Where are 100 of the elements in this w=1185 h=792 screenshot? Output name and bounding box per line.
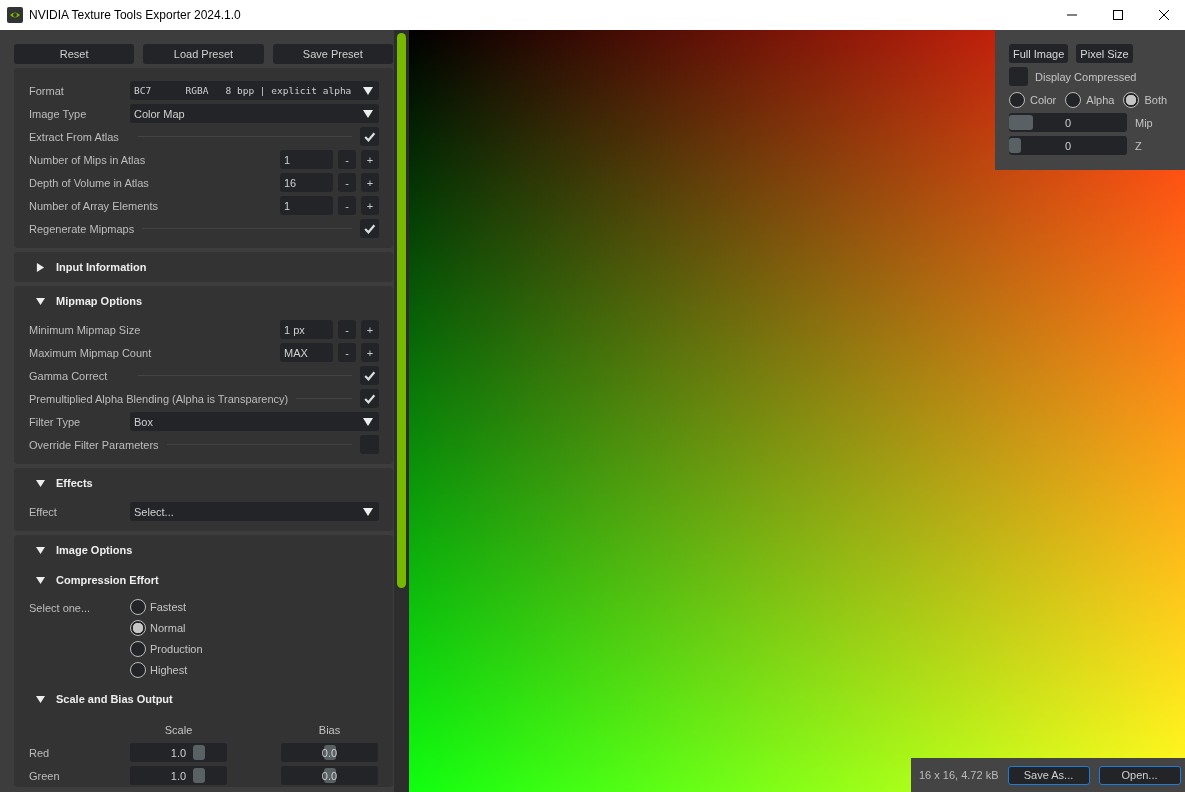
slider-thumb[interactable] bbox=[323, 768, 336, 783]
subsection-header[interactable]: Compression Effort bbox=[14, 565, 393, 595]
maximize-icon[interactable] bbox=[1113, 10, 1123, 20]
field-label: Maximum Mipmap Count bbox=[29, 346, 152, 359]
toolbar-button[interactable]: Reset bbox=[14, 44, 135, 64]
window-title: NVIDIA Texture Tools Exporter 2024.1.0 bbox=[29, 8, 241, 22]
image-info: 16 x 16, 4.72 kB bbox=[919, 769, 999, 781]
field-label: Override Filter Parameters bbox=[29, 438, 159, 451]
number-field[interactable]: 1 bbox=[280, 196, 333, 215]
decrement-button[interactable]: - bbox=[338, 173, 356, 192]
number-field[interactable]: MAX bbox=[280, 343, 333, 362]
number-field[interactable]: 1 bbox=[280, 150, 333, 169]
checkbox[interactable] bbox=[360, 219, 379, 238]
expand-triangle-icon bbox=[36, 545, 45, 555]
field-label: Number of Mips in Atlas bbox=[29, 153, 146, 166]
radio-button[interactable] bbox=[130, 641, 146, 657]
dropdown[interactable]: BC7 RGBA 8 bpp | explicit alpha bbox=[130, 81, 379, 100]
channel-label: Green bbox=[29, 769, 61, 782]
radio-button[interactable] bbox=[1065, 91, 1082, 108]
decrement-button[interactable]: - bbox=[338, 196, 356, 215]
field-label: Image Type bbox=[29, 107, 88, 120]
checkmark-icon bbox=[363, 130, 376, 143]
section-header[interactable]: Effects bbox=[14, 468, 393, 498]
dropdown-arrow-icon bbox=[363, 416, 373, 427]
slider-thumb[interactable] bbox=[1009, 138, 1021, 153]
field-label: Gamma Correct bbox=[29, 369, 109, 382]
number-field[interactable]: 16 bbox=[280, 173, 333, 192]
toolbar-button[interactable]: Load Preset bbox=[143, 44, 264, 64]
increment-button[interactable]: + bbox=[361, 343, 379, 362]
radio-label: Alpha bbox=[1086, 93, 1115, 106]
section-header[interactable]: Mipmap Options bbox=[14, 286, 393, 316]
radio-label: Production bbox=[150, 643, 203, 655]
field-label: Number of Array Elements bbox=[29, 199, 158, 212]
field-label: Extract From Atlas bbox=[29, 130, 120, 143]
slider-thumb[interactable] bbox=[323, 745, 336, 760]
slider[interactable]: 0.0 bbox=[281, 766, 378, 785]
expand-triangle-icon bbox=[36, 478, 45, 488]
dropdown-arrow-icon bbox=[363, 108, 373, 119]
dropdown[interactable]: Select... bbox=[130, 502, 379, 521]
checkbox-label: Display Compressed bbox=[1035, 70, 1137, 83]
section-header[interactable]: Input Information bbox=[14, 252, 393, 282]
expand-triangle-icon bbox=[36, 694, 45, 704]
increment-button[interactable]: + bbox=[361, 320, 379, 339]
column-header: Scale bbox=[163, 723, 194, 736]
field-label: Effect bbox=[29, 505, 58, 518]
radio-label: Color bbox=[1030, 93, 1057, 106]
checkmark-icon bbox=[363, 222, 376, 235]
slider-thumb[interactable] bbox=[1009, 115, 1033, 130]
radio-button[interactable] bbox=[130, 620, 146, 636]
slider[interactable]: 0 bbox=[1009, 113, 1127, 132]
radio-label: Normal bbox=[150, 622, 186, 634]
radio-label: Both bbox=[1144, 93, 1168, 106]
checkmark-icon bbox=[363, 392, 376, 405]
checkmark-icon bbox=[363, 369, 376, 382]
slider[interactable]: 1.0 bbox=[130, 766, 227, 785]
expand-triangle-icon bbox=[36, 262, 45, 272]
slider-thumb[interactable] bbox=[192, 768, 205, 783]
slider-thumb[interactable] bbox=[192, 745, 205, 760]
channel-label: Red bbox=[29, 746, 51, 759]
close-icon[interactable] bbox=[1159, 10, 1169, 20]
increment-button[interactable]: + bbox=[361, 173, 379, 192]
dropdown[interactable]: Color Map bbox=[130, 104, 379, 123]
expand-triangle-icon bbox=[36, 296, 45, 306]
number-field[interactable]: 1 px bbox=[280, 320, 333, 339]
increment-button[interactable]: + bbox=[361, 150, 379, 169]
file-button[interactable]: Save As... bbox=[1007, 765, 1090, 785]
radio-button[interactable] bbox=[1123, 91, 1140, 108]
checkbox[interactable] bbox=[360, 127, 379, 146]
view-button[interactable]: Pixel Size bbox=[1076, 44, 1133, 63]
column-header: Bias bbox=[317, 723, 342, 736]
toolbar-button[interactable]: Save Preset bbox=[272, 44, 393, 64]
dropdown-arrow-icon bbox=[363, 85, 373, 96]
dropdown-arrow-icon bbox=[363, 506, 373, 517]
slider[interactable]: 0 bbox=[1009, 136, 1127, 155]
field-label: Format bbox=[29, 84, 65, 97]
slider[interactable]: 1.0 bbox=[130, 743, 227, 762]
radio-label: Fastest bbox=[150, 601, 187, 613]
decrement-button[interactable]: - bbox=[338, 343, 356, 362]
field-label: Premultiplied Alpha Blending (Alpha is Transparency) bbox=[29, 392, 289, 405]
file-button[interactable]: Open... bbox=[1098, 765, 1181, 785]
checkbox[interactable] bbox=[360, 389, 379, 408]
decrement-button[interactable]: - bbox=[338, 150, 356, 169]
subsection-header[interactable]: Scale and Bias Output bbox=[14, 684, 393, 714]
dropdown[interactable]: Box bbox=[130, 412, 379, 431]
radio-button[interactable] bbox=[1009, 91, 1025, 108]
slider[interactable]: 0.0 bbox=[281, 743, 378, 762]
checkbox[interactable] bbox=[1009, 67, 1028, 86]
radio-label: Highest bbox=[150, 664, 188, 676]
field-label: Filter Type bbox=[29, 415, 82, 428]
section-header[interactable]: Image Options bbox=[14, 535, 393, 565]
scrollbar-thumb[interactable] bbox=[397, 33, 406, 588]
view-button[interactable]: Full Image bbox=[1009, 44, 1069, 63]
app-logo-icon bbox=[7, 7, 23, 23]
checkbox[interactable] bbox=[360, 366, 379, 385]
slider-label: Z bbox=[1135, 139, 1142, 152]
increment-button[interactable]: + bbox=[361, 196, 379, 215]
decrement-button[interactable]: - bbox=[338, 320, 356, 339]
radio-button[interactable] bbox=[130, 599, 146, 615]
radio-button[interactable] bbox=[130, 662, 146, 678]
slider-label: Mip bbox=[1135, 116, 1153, 129]
